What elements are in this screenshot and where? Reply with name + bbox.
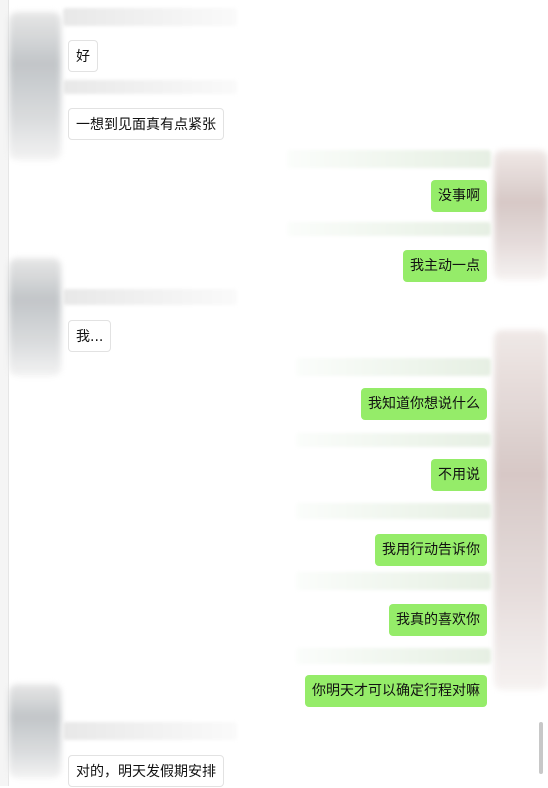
message-bubble-received[interactable]: 一想到见面真有点紧张 <box>68 108 224 140</box>
sender-name-blurred <box>63 722 237 740</box>
sender-name-blurred <box>287 222 491 236</box>
self-avatar[interactable] <box>494 330 548 690</box>
message-bubble-received[interactable]: 我... <box>68 320 112 352</box>
message-bubble-received[interactable]: 好 <box>68 40 98 72</box>
sender-name-blurred <box>296 358 491 376</box>
sender-name-blurred <box>296 503 491 519</box>
self-avatar[interactable] <box>494 150 548 280</box>
sender-name-blurred <box>63 8 237 26</box>
left-pane-edge <box>0 0 9 786</box>
chat-scrollbar[interactable] <box>539 722 543 774</box>
message-bubble-sent[interactable]: 不用说 <box>431 459 487 491</box>
message-bubble-sent[interactable]: 我用行动告诉你 <box>375 534 487 566</box>
message-bubble-sent[interactable]: 没事啊 <box>431 180 487 212</box>
sender-name-blurred <box>63 80 237 94</box>
contact-avatar[interactable] <box>9 12 61 160</box>
sender-name-blurred <box>296 648 491 664</box>
message-bubble-received[interactable]: 对的，明天发假期安排 <box>68 755 224 787</box>
sender-name-blurred <box>63 289 237 305</box>
message-bubble-sent[interactable]: 我知道你想说什么 <box>361 388 487 420</box>
sender-name-blurred <box>296 433 491 447</box>
sender-name-blurred <box>287 150 491 168</box>
message-bubble-sent[interactable]: 你明天才可以确定行程对嘛 <box>305 675 487 707</box>
contact-avatar[interactable] <box>9 258 61 376</box>
message-bubble-sent[interactable]: 我真的喜欢你 <box>389 604 487 636</box>
message-bubble-sent[interactable]: 我主动一点 <box>403 250 487 282</box>
contact-avatar[interactable] <box>9 684 61 778</box>
sender-name-blurred <box>296 572 491 590</box>
